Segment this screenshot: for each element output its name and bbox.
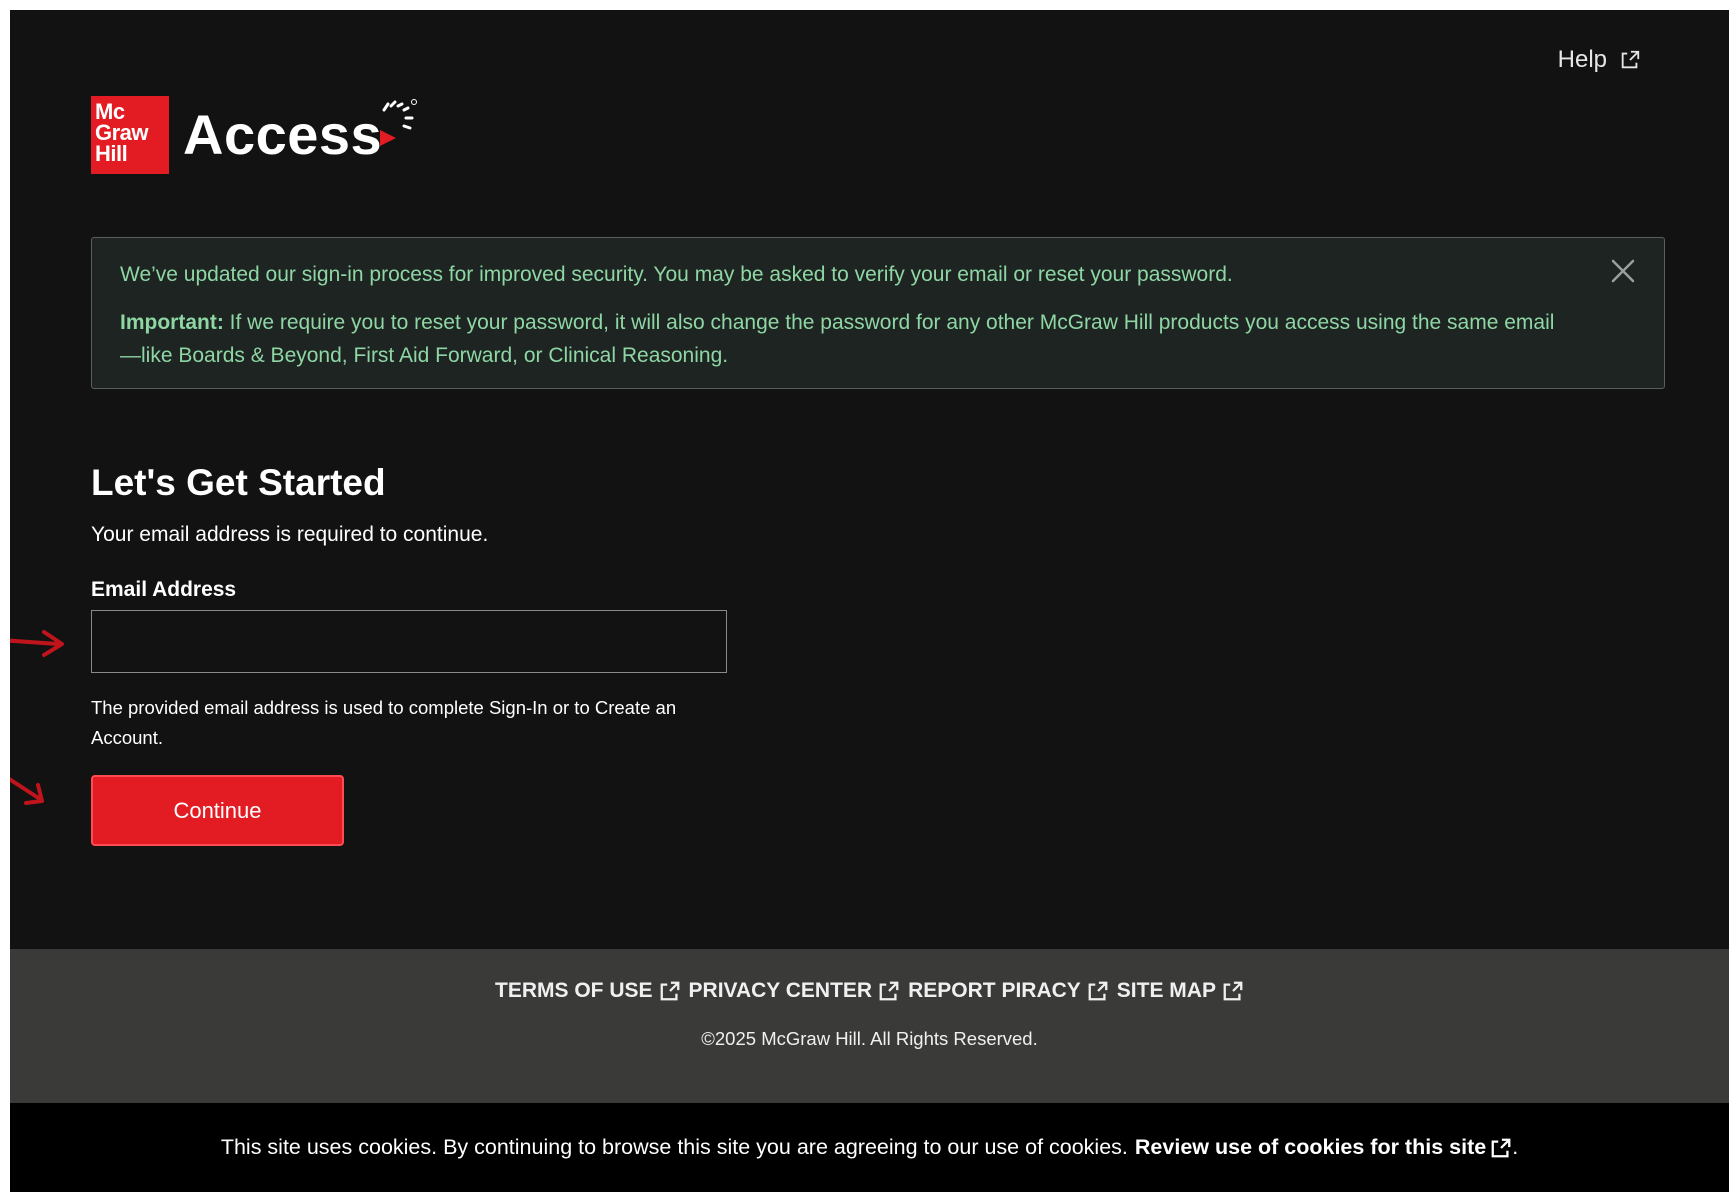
cookie-trailing: . xyxy=(1512,1135,1519,1159)
cookie-policy-link[interactable]: Review use of cookies for this site xyxy=(1135,1135,1512,1160)
footer: TERMS OF USE PRIVACY CENTER REPORT PIRAC… xyxy=(10,949,1729,1103)
mcgraw-hill-access-logo[interactable]: Mc Graw Hill Access xyxy=(91,96,418,174)
help-label: Help xyxy=(1557,46,1607,73)
banner-message: We’ve updated our sign-in process for im… xyxy=(120,263,1233,286)
close-icon[interactable] xyxy=(1608,256,1638,286)
external-link-icon xyxy=(1491,1138,1511,1157)
banner-important-label: Important: xyxy=(120,311,224,334)
footer-link-report-piracy[interactable]: REPORT PIRACY xyxy=(908,979,1109,1003)
access-product-name: Access xyxy=(183,102,383,166)
cookie-text: This site uses cookies. By continuing to… xyxy=(220,1135,1128,1159)
arrow-annotation-icon xyxy=(10,777,44,805)
arrow-annotation-icon xyxy=(10,630,64,657)
mcgraw-hill-logo-mark: Mc Graw Hill xyxy=(91,96,169,174)
footer-link-privacy-center[interactable]: PRIVACY CENTER xyxy=(689,979,901,1003)
footer-links: TERMS OF USE PRIVACY CENTER REPORT PIRAC… xyxy=(10,979,1729,1003)
security-notice-banner: We’ve updated our sign-in process for im… xyxy=(91,237,1665,389)
page-frame: Help Mc Graw Hill Access We’ve updated o… xyxy=(10,10,1729,1192)
continue-button[interactable]: Continue xyxy=(91,775,344,846)
copyright: ©2025 McGraw Hill. All Rights Reserved. xyxy=(701,1028,1038,1049)
footer-link-terms-of-use[interactable]: TERMS OF USE xyxy=(495,979,681,1003)
access-spark-icon xyxy=(380,99,418,146)
email-field[interactable] xyxy=(91,610,727,673)
external-link-icon xyxy=(1223,981,1243,1001)
external-link-icon xyxy=(660,981,679,1001)
cookie-notice-bar: This site uses cookies. By continuing to… xyxy=(10,1103,1729,1192)
page-title: Let's Get Started xyxy=(91,462,386,503)
email-helper-text: The provided email address is used to co… xyxy=(91,697,677,748)
email-label: Email Address xyxy=(91,578,237,601)
external-link-icon xyxy=(879,981,899,1001)
banner-important: Important: If we require you to reset yo… xyxy=(120,306,1574,372)
external-link-icon xyxy=(1621,50,1640,69)
external-link-icon xyxy=(1088,981,1108,1001)
footer-link-site-map[interactable]: SITE MAP xyxy=(1117,979,1244,1003)
page-subtitle: Your email address is required to contin… xyxy=(91,523,489,546)
help-link[interactable]: Help xyxy=(1558,46,1641,74)
banner-important-text: If we require you to reset your password… xyxy=(120,311,1555,367)
